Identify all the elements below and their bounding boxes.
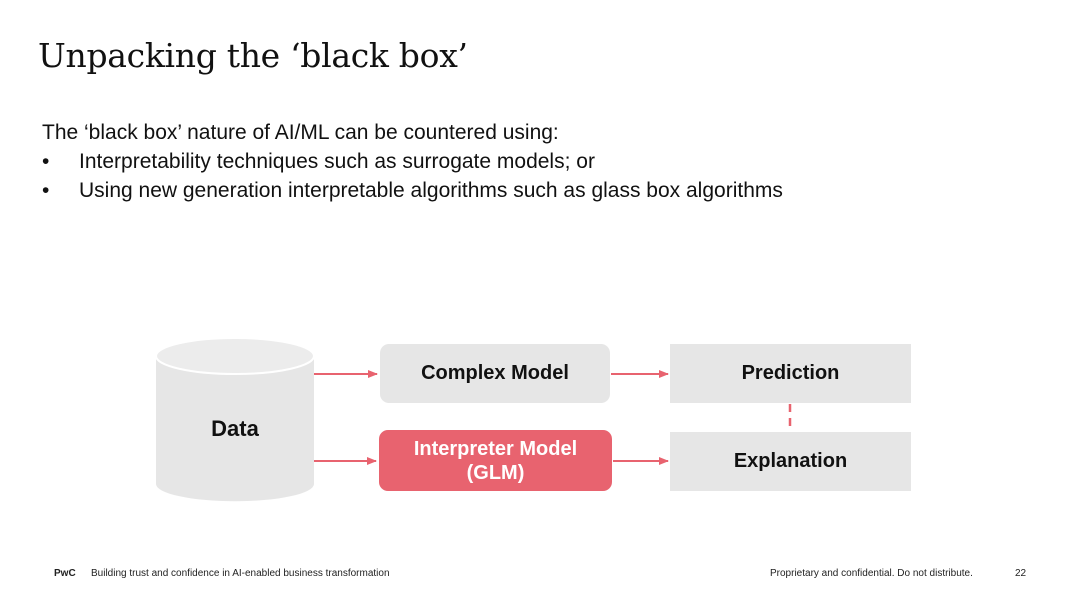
data-label: Data	[211, 416, 259, 441]
bullet-item: • Interpretability techniques such as su…	[42, 147, 1042, 176]
complex-model-box: Complex Model	[380, 344, 610, 403]
interpreter-model-sublabel: (GLM)	[466, 461, 525, 484]
data-cylinder	[155, 337, 315, 502]
diagram-shapes	[155, 337, 792, 502]
bullet-text: Using new generation interpretable algor…	[79, 179, 783, 202]
complex-model-label: Complex Model	[421, 362, 569, 384]
footer-tagline: Building trust and confidence in AI-enab…	[91, 568, 390, 579]
bullet-text: Interpretability techniques such as surr…	[79, 150, 595, 173]
flow-diagram: Data Complex Model Interpreter Model (GL…	[0, 0, 1080, 608]
prediction-box: Prediction	[670, 344, 911, 403]
prediction-label: Prediction	[741, 362, 840, 384]
interpreter-model-label: Interpreter Model	[413, 437, 578, 460]
intro-text: The ‘black box’ nature of AI/ML can be c…	[42, 121, 559, 144]
intro-block: The ‘black box’ nature of AI/ML can be c…	[42, 118, 1042, 205]
bullet-dot: •	[42, 179, 50, 202]
slide-title: Unpacking the ‘black box’	[38, 36, 468, 75]
bullet-list: • Interpretability techniques such as su…	[42, 147, 1042, 205]
page-number: 22	[1015, 568, 1027, 579]
footer-confidential: Proprietary and confidential. Do not dis…	[770, 568, 973, 579]
explanation-label: Explanation	[733, 450, 848, 472]
footer-brand: PwC	[54, 568, 76, 579]
interpreter-model-box: Interpreter Model (GLM)	[379, 430, 612, 491]
bullet-dot: •	[42, 150, 50, 173]
explanation-box: Explanation	[670, 432, 911, 491]
bullet-item: • Using new generation interpretable alg…	[42, 176, 1042, 205]
